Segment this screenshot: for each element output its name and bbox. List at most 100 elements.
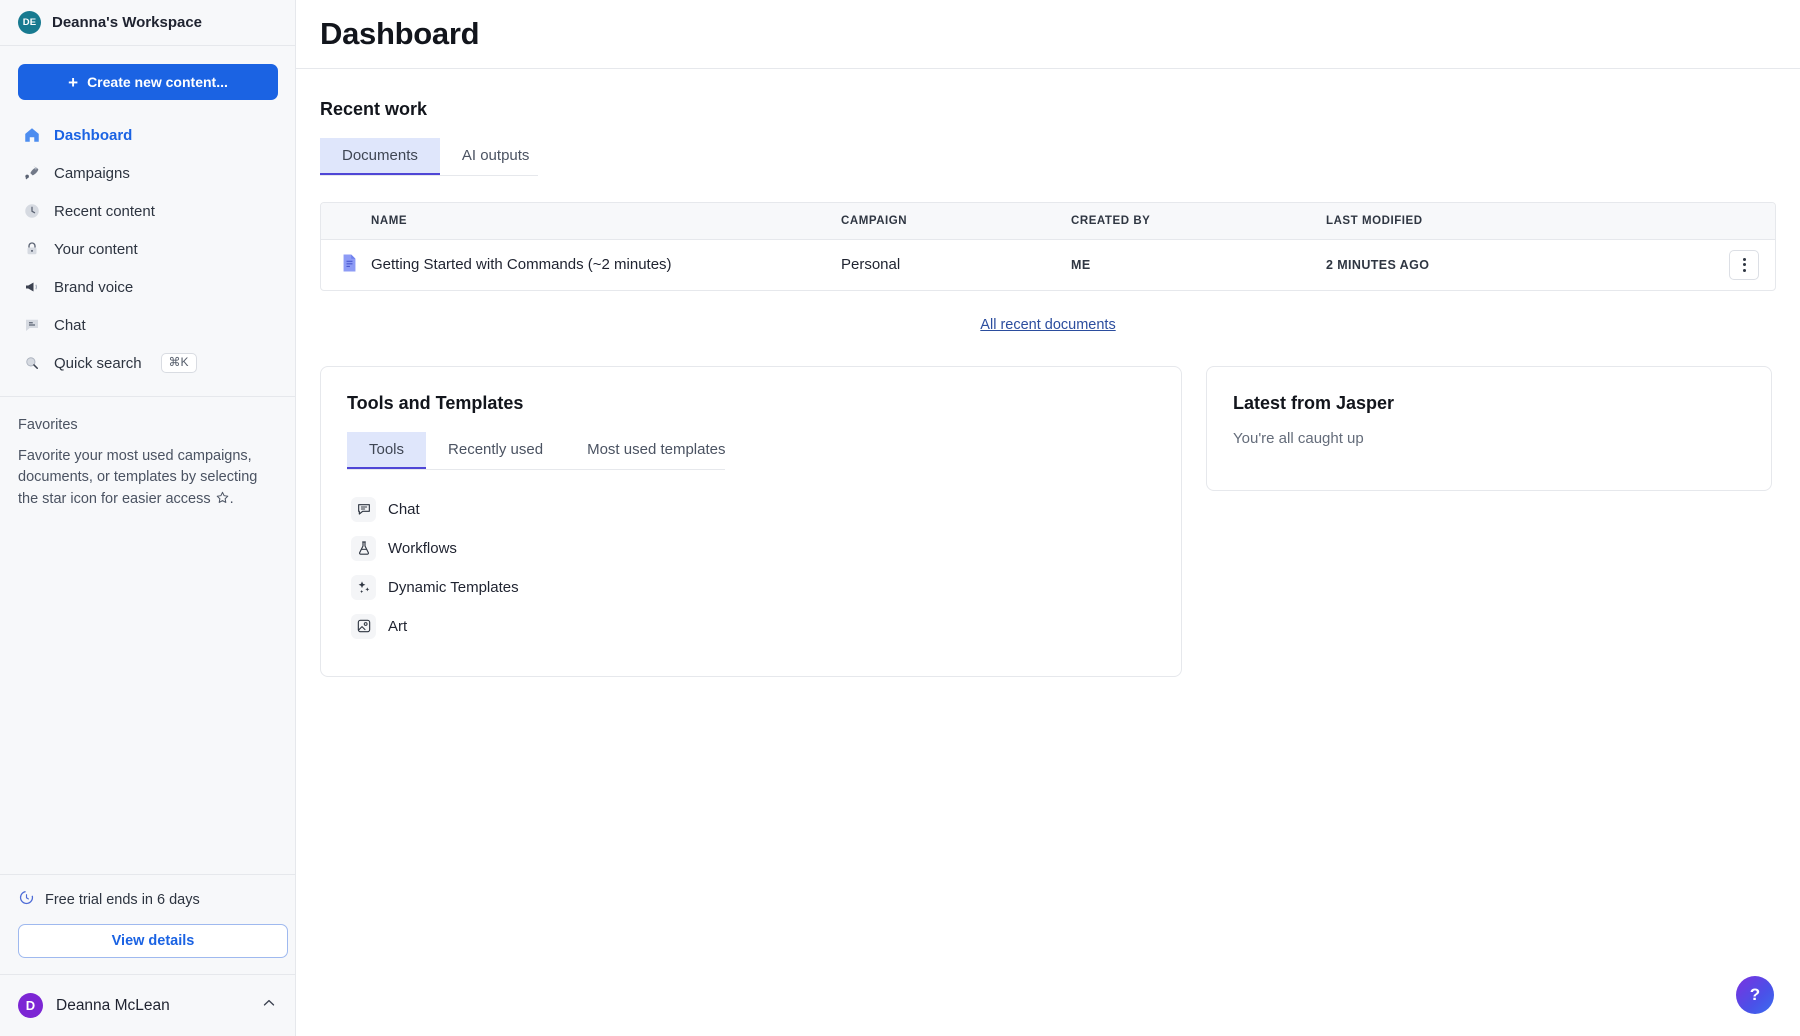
help-button[interactable]: ? (1736, 976, 1774, 1014)
lock-icon (22, 240, 41, 259)
favorites-empty-text: Favorite your most used campaigns, docum… (18, 446, 277, 512)
create-new-content-label: Create new content... (87, 74, 228, 90)
kebab-dot (1743, 258, 1746, 261)
page-title: Dashboard (320, 16, 479, 52)
trial-status: Free trial ends in 6 days (18, 889, 278, 910)
star-icon (215, 490, 230, 512)
sidebar-item-label: Brand voice (54, 279, 133, 296)
tab-ai-outputs[interactable]: AI outputs (440, 138, 552, 175)
column-header-last-modified[interactable]: LAST MODIFIED (1326, 203, 1695, 240)
tab-recently-used[interactable]: Recently used (426, 432, 565, 469)
column-header-created-by[interactable]: CREATED BY (1071, 203, 1326, 240)
recent-work-section: Recent work Documents AI outputs NAME CA… (296, 69, 1800, 362)
plus-icon: + (68, 74, 78, 91)
search-icon (22, 354, 41, 373)
sidebar-item-chat[interactable]: Chat (18, 306, 277, 344)
table-header-row: NAME CAMPAIGN CREATED BY LAST MODIFIED (321, 203, 1775, 240)
chevron-up-icon[interactable] (260, 994, 278, 1017)
megaphone-icon (22, 278, 41, 297)
user-name: Deanna McLean (56, 997, 247, 1015)
create-new-content-button[interactable]: + Create new content... (18, 64, 278, 100)
tools-and-templates-card: Tools and Templates Tools Recently used … (320, 366, 1182, 677)
sidebar: DE Deanna's Workspace + Create new conte… (0, 0, 296, 1036)
document-icon (341, 253, 358, 276)
tab-tools[interactable]: Tools (347, 432, 426, 469)
tool-item-art[interactable]: Art (347, 607, 1155, 646)
tool-item-label: Chat (388, 501, 420, 518)
tools-card-title: Tools and Templates (347, 393, 1155, 414)
tool-item-workflows[interactable]: Workflows (347, 529, 1155, 568)
main-content: Dashboard Recent work Documents AI outpu… (296, 0, 1800, 1036)
sidebar-body: + Create new content... Dashboard (0, 46, 295, 382)
sidebar-item-label: Campaigns (54, 165, 130, 182)
kebab-menu-button[interactable] (1729, 250, 1759, 280)
tool-item-label: Art (388, 618, 407, 635)
top-bar: Dashboard (296, 0, 1800, 69)
sidebar-item-campaigns[interactable]: Campaigns (18, 154, 277, 192)
latest-card-title: Latest from Jasper (1233, 393, 1745, 414)
workspace-name: Deanna's Workspace (52, 14, 202, 31)
sparkles-icon (351, 575, 376, 600)
document-name-text: Getting Started with Commands (~2 minute… (371, 256, 672, 273)
column-header-campaign[interactable]: CAMPAIGN (841, 203, 1071, 240)
workspace-header[interactable]: DE Deanna's Workspace (0, 0, 295, 46)
cell-document-name[interactable]: Getting Started with Commands (~2 minute… (321, 240, 841, 290)
favorites-section: Favorites Favorite your most used campai… (0, 397, 295, 512)
latest-card-body: You're all caught up (1233, 430, 1745, 447)
sidebar-footer: Free trial ends in 6 days View details D… (0, 874, 296, 1036)
tools-card-tabs: Tools Recently used Most used templates (347, 432, 725, 470)
tool-item-dynamic-templates[interactable]: Dynamic Templates (347, 568, 1155, 607)
user-account-row[interactable]: D Deanna McLean (0, 974, 296, 1036)
tool-item-chat[interactable]: Chat (347, 490, 1155, 529)
column-header-actions (1695, 203, 1775, 240)
view-details-button[interactable]: View details (18, 924, 288, 958)
sidebar-item-quick-search[interactable]: Quick search ⌘K (18, 344, 277, 382)
kebab-dot (1743, 263, 1746, 266)
column-header-name[interactable]: NAME (321, 203, 841, 240)
clock-icon (22, 202, 41, 221)
tool-item-label: Workflows (388, 540, 457, 557)
tab-documents[interactable]: Documents (320, 138, 440, 175)
kebab-dot (1743, 269, 1746, 272)
sidebar-item-brand-voice[interactable]: Brand voice (18, 268, 277, 306)
tools-list: Chat Workflows Dynamic Templates (347, 490, 1155, 646)
all-recent-documents-link[interactable]: All recent documents (980, 317, 1115, 333)
cell-actions (1695, 240, 1775, 290)
sidebar-item-label: Recent content (54, 203, 155, 220)
recent-work-tabs: Documents AI outputs (320, 138, 538, 176)
home-icon (22, 126, 41, 145)
cell-created-by: ME (1071, 240, 1326, 290)
trial-section: Free trial ends in 6 days View details (0, 874, 296, 974)
flask-icon (351, 536, 376, 561)
campaigns-icon (22, 164, 41, 183)
trial-text: Free trial ends in 6 days (45, 892, 200, 908)
chat-icon (22, 316, 41, 335)
all-recent-documents-row: All recent documents (320, 291, 1776, 362)
favorites-empty-text-period: . (230, 491, 234, 507)
dashboard-cards: Tools and Templates Tools Recently used … (296, 366, 1800, 677)
cell-last-modified: 2 MINUTES AGO (1326, 240, 1695, 290)
sidebar-item-dashboard[interactable]: Dashboard (18, 116, 277, 154)
latest-from-jasper-card: Latest from Jasper You're all caught up (1206, 366, 1772, 491)
trial-clock-icon (18, 889, 35, 910)
tab-most-used-templates[interactable]: Most used templates (565, 432, 747, 469)
sidebar-item-label: Dashboard (54, 127, 132, 144)
recent-documents-table: NAME CAMPAIGN CREATED BY LAST MODIFIED (320, 202, 1776, 291)
favorites-title: Favorites (18, 417, 277, 433)
table-row[interactable]: Getting Started with Commands (~2 minute… (321, 240, 1775, 290)
app-root: DE Deanna's Workspace + Create new conte… (0, 0, 1800, 1036)
quick-search-shortcut: ⌘K (161, 353, 197, 373)
recent-work-title: Recent work (320, 99, 1776, 120)
avatar: D (18, 993, 43, 1018)
chat-bubble-icon (351, 497, 376, 522)
image-icon (351, 614, 376, 639)
workspace-avatar: DE (18, 11, 41, 34)
sidebar-item-your-content[interactable]: Your content (18, 230, 277, 268)
sidebar-item-recent-content[interactable]: Recent content (18, 192, 277, 230)
sidebar-item-label: Your content (54, 241, 138, 258)
sidebar-item-label: Chat (54, 317, 86, 334)
cell-campaign: Personal (841, 240, 1071, 290)
sidebar-nav: Dashboard Campaigns (18, 116, 277, 382)
tool-item-label: Dynamic Templates (388, 579, 519, 596)
sidebar-item-label: Quick search (54, 355, 142, 372)
